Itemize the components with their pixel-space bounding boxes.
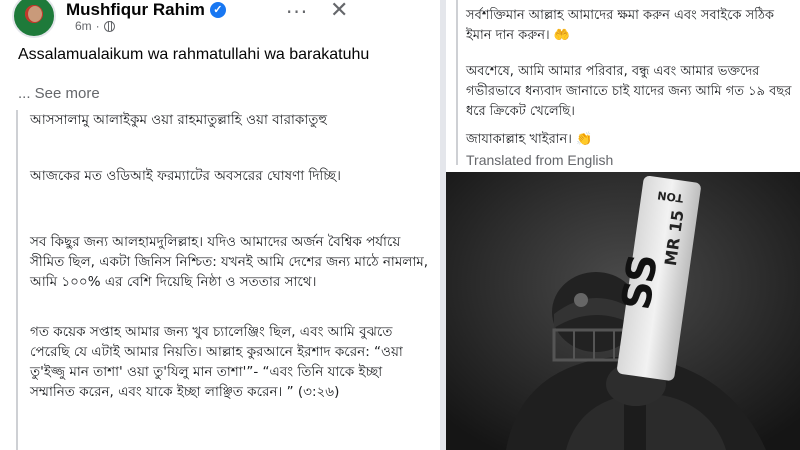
post-photo[interactable]: TON SS MR 15 [446, 172, 800, 450]
translation-border-right [456, 0, 458, 165]
verified-badge-icon: ✓ [209, 2, 226, 18]
translation-paragraph-7: জাযাকাল্লাহ খাইরান। 👏 [466, 132, 593, 147]
post-left-panel: Mushfiqur Rahim ✓ 6m · ··· ✕ Assalamuala… [0, 0, 440, 450]
author-avatar[interactable] [12, 0, 56, 38]
post-time[interactable]: 6m [75, 19, 92, 33]
avatar-face [28, 6, 42, 22]
translation-paragraph-6: অবশেষে, আমি আমার পরিবার, বন্ধু এবং আমার … [466, 64, 792, 119]
dot-separator: · [95, 19, 100, 33]
more-options-button[interactable]: ··· [286, 0, 308, 24]
globe-icon [103, 20, 115, 32]
bat-brand-label: SS [614, 251, 667, 313]
see-more-link[interactable]: ... See more [18, 85, 100, 102]
cricketer-photo-illustration: TON SS MR 15 [446, 172, 800, 450]
translation-paragraph-2: আজকের মত ওডিআই ফরম্যাটের অবসরের ঘোষণা দি… [30, 168, 341, 184]
translation-paragraph-3: সব কিছুর জন্য আলহামদুলিল্লাহ। যদিও আমাদে… [30, 234, 429, 290]
translation-paragraph-1: আসসালামু আলাইকুম ওয়া রাহমাতুল্লাহি ওয়া… [30, 112, 328, 128]
translation-paragraph-5: সর্বশক্তিমান আল্লাহ আমাদের ক্ষমা করুন এব… [466, 8, 774, 43]
close-icon[interactable]: ✕ [330, 0, 348, 23]
post-right-panel: সর্বশক্তিমান আল্লাহ আমাদের ক্ষমা করুন এব… [446, 0, 800, 450]
translation-border [16, 110, 18, 450]
helmet-crest [574, 293, 588, 307]
post-text: Assalamualaikum wa rahmatullahi wa barak… [18, 46, 370, 63]
post-meta: 6m · [75, 19, 115, 33]
translation-paragraph-4: গত কয়েক সপ্তাহ আমার জন্য খুব চ্যালেঞ্জি… [30, 324, 403, 400]
author-name[interactable]: Mushfiqur Rahim ✓ [66, 0, 226, 20]
author-name-text[interactable]: Mushfiqur Rahim [66, 0, 205, 20]
translated-from-label[interactable]: Translated from English [466, 152, 613, 168]
